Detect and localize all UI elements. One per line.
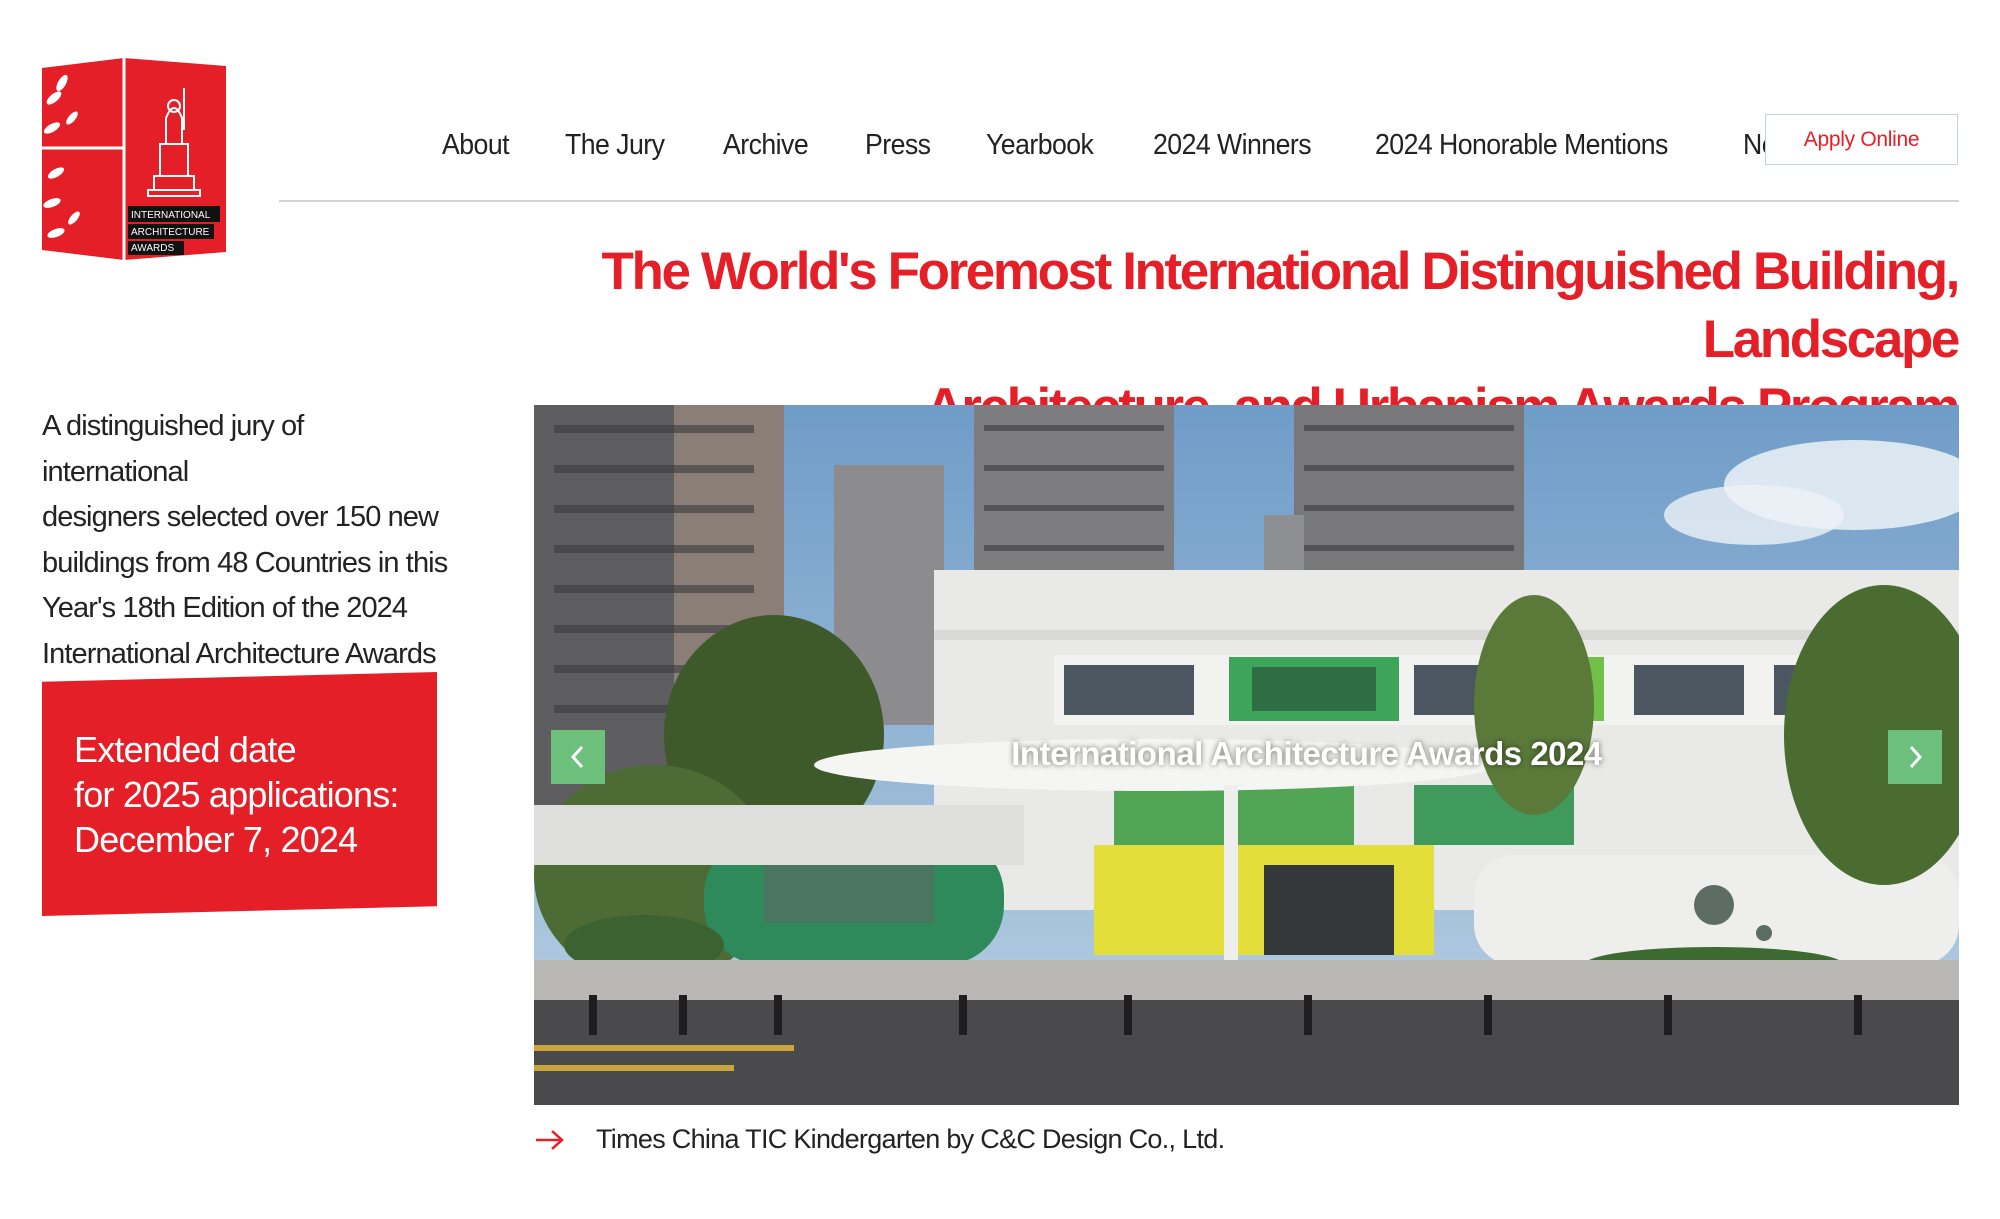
deadline-line-2: for 2025 applications:	[74, 774, 399, 815]
nav-about[interactable]: About	[442, 129, 510, 162]
intro-line: buildings from 48 Countries in this	[42, 546, 448, 579]
caption-link[interactable]: Times China TIC Kindergarten by C&C Desi…	[596, 1124, 1225, 1155]
intro-line: International Architecture Awards	[42, 637, 437, 670]
svg-text:AWARDS: AWARDS	[131, 243, 174, 254]
nav-2024-honorable-mentions[interactable]: 2024 Honorable Mentions	[1375, 129, 1668, 162]
svg-text:ARCHITECTURE: ARCHITECTURE	[131, 227, 210, 238]
deadline-banner[interactable]: Extended date for 2025 applications: Dec…	[42, 672, 437, 916]
deadline-line-3: December 7, 2024	[74, 819, 358, 860]
intro-line: A distinguished jury of international	[42, 410, 304, 488]
hero-slider[interactable]: International Architecture Awards 2024	[534, 405, 1959, 1105]
headline-line-1: The World's Foremost International Disti…	[601, 242, 1961, 369]
apply-online-button[interactable]: Apply Online	[1765, 114, 1958, 165]
chevron-left-icon	[570, 745, 584, 769]
intro-line: Year's 18th Edition of the 2024	[42, 592, 408, 624]
slider-next-button[interactable]	[1888, 730, 1942, 784]
nav-press[interactable]: Press	[865, 129, 931, 162]
nav-archive[interactable]: Archive	[723, 129, 809, 162]
arrow-right-icon	[536, 1129, 564, 1150]
nav-2024-winners[interactable]: 2024 Winners	[1153, 129, 1312, 162]
slide-title: International Architecture Awards 2024	[1011, 735, 1602, 772]
site-logo[interactable]: INTERNATIONAL ARCHITECTURE AWARDS	[42, 58, 226, 260]
main-nav: About The Jury Archive Press Yearbook 20…	[442, 118, 1863, 172]
slider-prev-button[interactable]	[551, 730, 605, 784]
header-divider	[279, 200, 1959, 202]
nav-the-jury[interactable]: The Jury	[565, 129, 665, 162]
intro-line: designers selected over 150 new	[42, 501, 439, 533]
chevron-right-icon	[1909, 745, 1923, 769]
svg-text:INTERNATIONAL: INTERNATIONAL	[131, 210, 211, 221]
intro-text: A distinguished jury of international de…	[42, 404, 452, 677]
nav-yearbook[interactable]: Yearbook	[986, 129, 1094, 162]
slide-caption[interactable]: Times China TIC Kindergarten by C&C Desi…	[534, 1124, 1225, 1155]
deadline-line-1: Extended date	[74, 729, 297, 770]
